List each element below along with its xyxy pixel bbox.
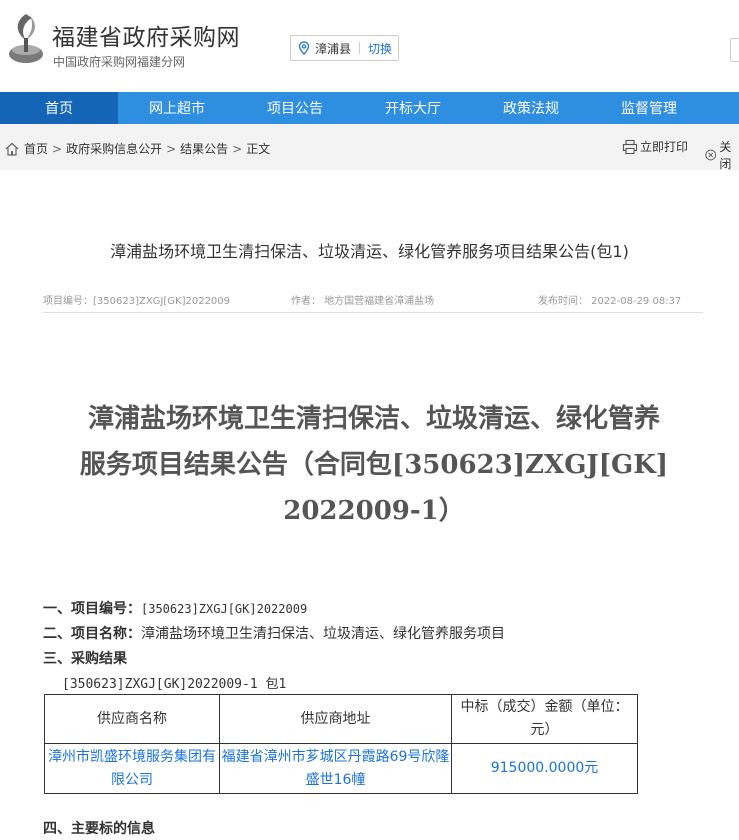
close-button[interactable]: 关闭 bbox=[705, 138, 739, 172]
meta-author: 作者： 地方国营福建省漳浦盐场 bbox=[291, 296, 435, 307]
close-icon bbox=[705, 149, 717, 161]
main-nav: 首页 网上超市 项目公告 开标大厅 政策法规 监督管理 bbox=[0, 92, 739, 124]
breadcrumb-result-announcement[interactable]: 结果公告 bbox=[180, 140, 228, 157]
logo-icon[interactable] bbox=[6, 10, 46, 72]
breadcrumb-home[interactable]: 首页 bbox=[24, 140, 48, 157]
home-icon bbox=[5, 142, 19, 156]
announcement-heading: 漳浦盐场环境卫生清扫保洁、垃圾清运、绿化管养 服务项目结果公告（合同包[3506… bbox=[40, 396, 708, 534]
region-name: 漳浦县 bbox=[315, 41, 352, 56]
site-header: 福建省政府采购网 中国政府采购网福建分网 漳浦县 切换 bbox=[0, 0, 739, 92]
result-table: 供应商名称 供应商地址 中标（成交）金额（单位：元） 漳州市凯盛环境服务集团有限… bbox=[44, 694, 638, 794]
nav-item-home[interactable]: 首页 bbox=[0, 92, 118, 124]
announcement-heading-line: 服务项目结果公告（合同包[350623]ZXGJ[GK] bbox=[79, 450, 669, 480]
print-label: 立即打印 bbox=[640, 140, 689, 154]
site-subtitle: 中国政府采购网福建分网 bbox=[53, 55, 186, 69]
location-pin-icon bbox=[298, 41, 310, 55]
breadcrumb-separator: > bbox=[232, 141, 243, 156]
table-header-row: 供应商名称 供应商地址 中标（成交）金额（单位：元） bbox=[44, 694, 638, 744]
section-label: 一、项目编号： bbox=[43, 601, 141, 617]
region-switch-link[interactable]: 切换 bbox=[368, 40, 392, 57]
nav-item-supermarket[interactable]: 网上超市 bbox=[118, 92, 236, 124]
award-amount-cell: 915000.0000元 bbox=[451, 743, 638, 794]
close-label: 关闭 bbox=[719, 140, 732, 171]
divider bbox=[43, 312, 703, 313]
section-project-number: 一、项目编号：[350623]ZXGJ[GK]2022009 bbox=[43, 598, 307, 618]
package-line: [350623]ZXGJ[GK]2022009-1 包1 bbox=[62, 677, 287, 692]
breadcrumb-separator: > bbox=[166, 141, 177, 156]
printer-icon bbox=[622, 139, 638, 154]
nav-item-announcements[interactable]: 项目公告 bbox=[236, 92, 354, 124]
section-procurement-result: 三、采购结果 bbox=[43, 648, 127, 668]
region-selector[interactable]: 漳浦县 切换 bbox=[290, 35, 399, 61]
table-header-cell: 中标（成交）金额（单位：元） bbox=[451, 694, 638, 744]
nav-item-supervision[interactable]: 监督管理 bbox=[590, 92, 708, 124]
section-project-name: 二、项目名称：漳浦盐场环境卫生清扫保洁、垃圾清运、绿化管养服务项目 bbox=[43, 623, 505, 643]
section-label: 三、采购结果 bbox=[43, 651, 127, 667]
nav-item-policies[interactable]: 政策法规 bbox=[472, 92, 590, 124]
project-number-value: [350623]ZXGJ[GK]2022009 bbox=[141, 602, 308, 616]
table-header-cell: 供应商名称 bbox=[44, 694, 220, 744]
project-name-value: 漳浦盐场环境卫生清扫保洁、垃圾清运、绿化管养服务项目 bbox=[141, 626, 505, 642]
breadcrumb-current: 正文 bbox=[246, 142, 271, 156]
section-label: 二、项目名称： bbox=[43, 626, 141, 642]
site-title[interactable]: 福建省政府采购网 bbox=[52, 18, 240, 52]
search-input[interactable] bbox=[730, 38, 739, 62]
breadcrumb-bar: 首页 > 政府采购信息公开 > 结果公告 > 正文 立即打印 关闭 bbox=[0, 124, 739, 172]
nav-item-bid-hall[interactable]: 开标大厅 bbox=[354, 92, 472, 124]
supplier-name-cell: 漳州市凯盛环境服务集团有限公司 bbox=[44, 743, 220, 794]
breadcrumb-separator: > bbox=[52, 141, 63, 156]
table-row: 漳州市凯盛环境服务集团有限公司 福建省漳州市芗城区丹霞路69号欣隆盛世16幢 9… bbox=[44, 743, 638, 794]
announcement-heading-line: 2022009-1） bbox=[283, 496, 465, 526]
breadcrumb: 首页 > 政府采购信息公开 > 结果公告 > 正文 bbox=[4, 140, 270, 157]
breadcrumb-info-disclosure[interactable]: 政府采购信息公开 bbox=[66, 140, 162, 157]
meta-project-no: 项目编号：[350623]ZXGJ[GK]2022009 bbox=[43, 296, 231, 307]
section-label: 四、主要标的信息 bbox=[43, 821, 155, 837]
announcement-heading-line: 漳浦盐场环境卫生清扫保洁、垃圾清运、绿化管养 bbox=[87, 404, 660, 434]
meta-publish-time: 发布时间： 2022-08-29 08:37 bbox=[538, 296, 682, 307]
article-title: 漳浦盐场环境卫生清扫保洁、垃圾清运、绿化管养服务项目结果公告(包1) bbox=[110, 242, 629, 261]
table-header-cell: 供应商地址 bbox=[219, 694, 452, 744]
print-button[interactable]: 立即打印 bbox=[622, 138, 688, 155]
divider bbox=[359, 42, 361, 54]
section-main-subject: 四、主要标的信息 bbox=[43, 818, 155, 838]
supplier-address-cell: 福建省漳州市芗城区丹霞路69号欣隆盛世16幢 bbox=[219, 743, 452, 794]
